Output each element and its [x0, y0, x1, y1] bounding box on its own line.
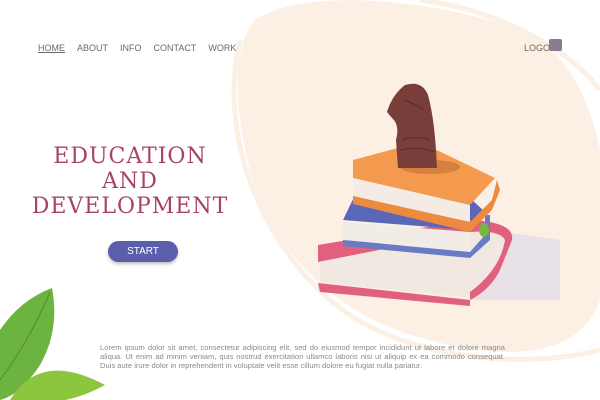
- start-button[interactable]: START: [108, 241, 178, 262]
- title-line: AND: [102, 169, 158, 194]
- nav-home[interactable]: HOME: [38, 43, 65, 53]
- main-nav: HOME ABOUT INFO CONTACT WORK: [38, 43, 236, 53]
- nav-work[interactable]: WORK: [208, 43, 236, 53]
- nav-info[interactable]: INFO: [120, 43, 142, 53]
- body-text: Lorem ipsum dolor sit amet, consectetur …: [100, 343, 505, 370]
- nav-about[interactable]: ABOUT: [77, 43, 108, 53]
- nav-contact[interactable]: CONTACT: [154, 43, 197, 53]
- logo-text[interactable]: LOGO: [524, 43, 550, 53]
- page-title: EDUCATION AND DEVELOPMENT: [20, 144, 240, 219]
- logo-icon[interactable]: [549, 39, 562, 51]
- title-line: DEVELOPMENT: [31, 194, 229, 219]
- title-line: EDUCATION: [53, 144, 207, 169]
